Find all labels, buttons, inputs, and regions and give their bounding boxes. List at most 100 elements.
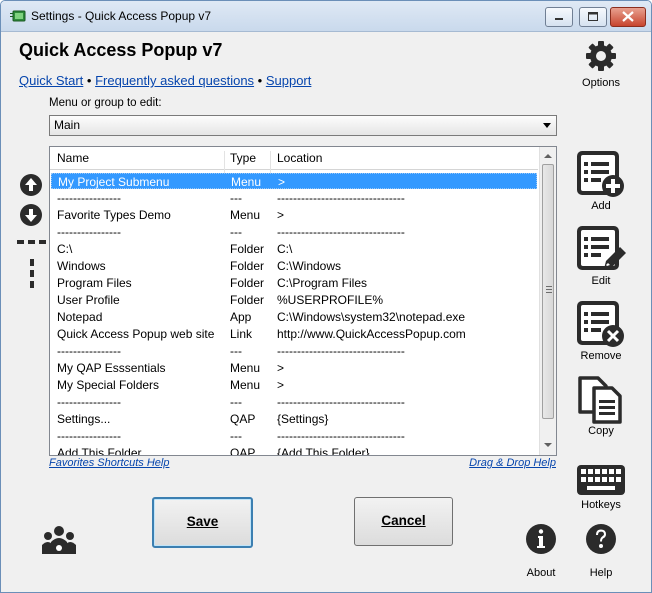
list-item-location: http://www.QuickAccessPopup.com xyxy=(277,327,466,341)
move-down-icon[interactable] xyxy=(19,203,43,227)
favorites-shortcuts-help-link[interactable]: Favorites Shortcuts Help xyxy=(49,457,169,469)
minimize-icon xyxy=(555,18,563,20)
list-item-name: My Special Folders xyxy=(57,378,160,392)
close-button[interactable] xyxy=(610,7,646,27)
list-item-type: --- xyxy=(230,429,242,443)
scroll-thumb[interactable] xyxy=(542,164,554,419)
list-item-location: -------------------------------- xyxy=(277,191,405,205)
list-item-type: --- xyxy=(230,191,242,205)
list-item[interactable]: My QAP Esssentials Menu > xyxy=(51,360,537,376)
options-label[interactable]: Options xyxy=(571,77,631,89)
list-item-location: %USERPROFILE% xyxy=(277,293,384,307)
list-item-type: --- xyxy=(230,395,242,409)
list-item-location: -------------------------------- xyxy=(277,395,405,409)
list-item-name: My QAP Esssentials xyxy=(57,361,166,375)
gear-icon[interactable] xyxy=(585,40,617,72)
list-item-name: Notepad xyxy=(57,310,103,324)
save-button[interactable]: Save xyxy=(152,497,253,548)
list-item-location: -------------------------------- xyxy=(277,344,405,358)
minimize-button[interactable] xyxy=(545,7,573,27)
list-header: Name Type Location xyxy=(50,147,538,173)
info-icon[interactable] xyxy=(525,523,557,555)
about-label[interactable]: About xyxy=(511,567,571,579)
list-item-location: > xyxy=(277,361,285,375)
list-item[interactable]: Add This Folder QAP {Add This Folder} xyxy=(51,445,537,455)
move-up-icon[interactable] xyxy=(19,173,43,197)
cancel-button-label: Cancel xyxy=(381,513,426,528)
list-item[interactable]: ---------------- --- ---------------------… xyxy=(51,394,537,410)
faq-link[interactable]: Frequently asked questions xyxy=(95,73,254,88)
link-separator: • xyxy=(254,73,266,88)
menu-select-dropdown[interactable]: Main xyxy=(49,115,557,136)
drag-drop-help-link[interactable]: Drag & Drop Help xyxy=(469,457,556,469)
list-item[interactable]: User Profile Folder %USERPROFILE% xyxy=(51,292,537,308)
list-item-name: Program Files xyxy=(57,276,132,290)
add-label[interactable]: Add xyxy=(571,200,631,212)
list-item[interactable]: Quick Access Popup web site Link http://ww… xyxy=(51,326,537,342)
maximize-button[interactable] xyxy=(579,7,607,27)
cancel-button[interactable]: Cancel xyxy=(354,497,453,546)
settings-window: Settings - Quick Access Popup v7 Quick A… xyxy=(0,0,652,593)
list-item-name: ---------------- xyxy=(57,225,121,239)
list-item[interactable]: My Project Submenu Menu > xyxy=(51,173,537,189)
title-bar[interactable]: Settings - Quick Access Popup v7 xyxy=(1,1,651,32)
hotkeys-label[interactable]: Hotkeys xyxy=(571,499,631,511)
list-item-type: App xyxy=(230,310,252,324)
window-title: Settings - Quick Access Popup v7 xyxy=(31,9,212,23)
separator-icon[interactable] xyxy=(17,238,47,246)
add-icon[interactable] xyxy=(576,150,626,198)
list-item-type: --- xyxy=(230,344,242,358)
list-item-name: C:\ xyxy=(57,242,73,256)
list-item-name: ---------------- xyxy=(57,191,121,205)
page-title: Quick Access Popup v7 xyxy=(19,40,223,60)
list-item[interactable]: ---------------- --- ---------------------… xyxy=(51,428,537,444)
remove-icon[interactable] xyxy=(576,300,626,348)
help-label[interactable]: Help xyxy=(571,567,631,579)
list-item[interactable]: ---------------- --- ---------------------… xyxy=(51,343,537,359)
column-break-icon[interactable] xyxy=(28,259,36,289)
list-item-type: QAP xyxy=(230,412,256,426)
list-item[interactable]: Notepad App C:\Windows\system32\notepad.ex… xyxy=(51,309,537,325)
favorites-list[interactable]: Name Type Location My Project Submenu Men… xyxy=(49,146,557,456)
copy-label[interactable]: Copy xyxy=(571,425,631,437)
save-button-label: Save xyxy=(186,514,219,529)
vertical-scrollbar[interactable] xyxy=(539,147,556,455)
list-item[interactable]: ---------------- --- ---------------------… xyxy=(51,224,537,240)
column-header-name[interactable]: Name xyxy=(57,151,89,165)
column-header-type[interactable]: Type xyxy=(230,151,256,165)
list-item-type: Menu xyxy=(230,208,261,222)
list-item[interactable]: Windows Folder C:\Windows xyxy=(51,258,537,274)
list-item[interactable]: ---------------- --- ---------------------… xyxy=(51,190,537,206)
remove-label[interactable]: Remove xyxy=(571,350,631,362)
help-icon[interactable] xyxy=(585,523,617,555)
list-item[interactable]: C:\ Folder C:\ xyxy=(51,241,537,257)
edit-icon[interactable] xyxy=(576,225,626,273)
list-item[interactable]: Favorite Types Demo Menu > xyxy=(51,207,537,223)
list-item-location: -------------------------------- xyxy=(277,225,405,239)
donate-icon[interactable] xyxy=(41,524,77,556)
list-item-name: Quick Access Popup web site xyxy=(57,327,215,341)
menu-select-label: Menu or group to edit: xyxy=(49,97,162,109)
close-icon xyxy=(622,11,634,22)
menu-select-value: Main xyxy=(54,118,81,132)
list-item[interactable]: Settings... QAP {Settings} xyxy=(51,411,537,427)
scroll-up-icon[interactable] xyxy=(544,154,552,158)
quick-start-link[interactable]: Quick Start xyxy=(19,73,83,88)
column-header-location[interactable]: Location xyxy=(277,151,322,165)
header-links: Quick Start • Frequently asked questions… xyxy=(19,73,311,88)
list-item-type: Folder xyxy=(230,259,265,273)
list-item[interactable]: Program Files Folder C:\Program Files xyxy=(51,275,537,291)
edit-label[interactable]: Edit xyxy=(571,275,631,287)
list-item-type: --- xyxy=(230,225,242,239)
list-item[interactable]: My Special Folders Menu > xyxy=(51,377,537,393)
list-item-name: Favorite Types Demo xyxy=(57,208,171,222)
list-item-location: C:\Windows\system32\notepad.exe xyxy=(277,310,466,324)
scroll-down-icon[interactable] xyxy=(544,443,552,447)
list-item-type: Folder xyxy=(230,242,265,256)
copy-icon[interactable] xyxy=(578,376,624,424)
support-link[interactable]: Support xyxy=(266,73,312,88)
list-item-type: Folder xyxy=(230,276,265,290)
list-item-name: My Project Submenu xyxy=(58,175,170,189)
keyboard-icon[interactable] xyxy=(577,465,625,497)
app-icon xyxy=(10,10,26,22)
